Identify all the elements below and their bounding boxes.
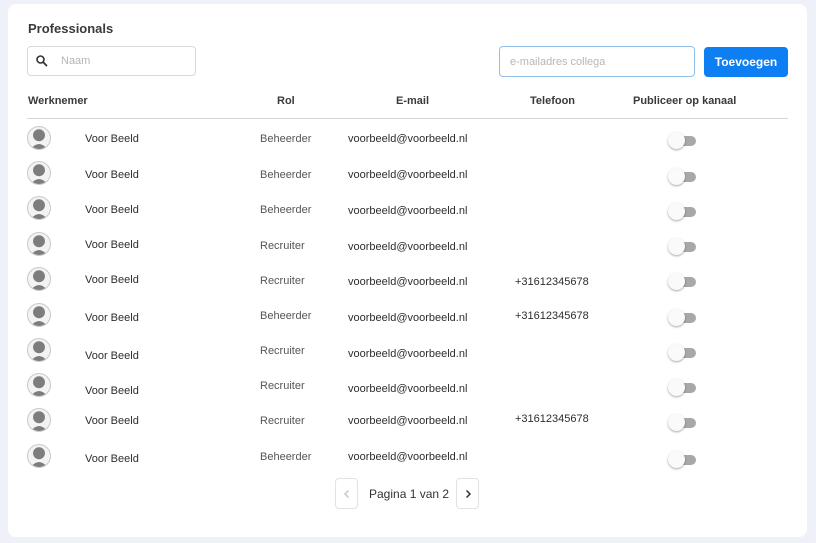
search-input[interactable] (59, 54, 183, 68)
avatar (27, 267, 51, 291)
avatar (27, 444, 51, 468)
avatar (27, 408, 51, 432)
employee-role: Recruiter (260, 345, 305, 357)
next-page-button[interactable] (456, 478, 479, 509)
avatar (27, 303, 51, 327)
search-box[interactable] (27, 46, 196, 76)
table-row: Voor Beeld Beheerder voorbeeld@voorbeeld.n… (8, 125, 807, 160)
employee-email: voorbeeld@voorbeeld.nl (348, 348, 468, 360)
pagination: Pagina 1 van 2 (8, 478, 807, 511)
employee-name: Voor Beeld (85, 204, 139, 216)
table-row: Voor Beeld Recruiter voorbeeld@voorbeeld.n… (8, 231, 807, 266)
avatar (27, 126, 51, 150)
employee-email: voorbeeld@voorbeeld.nl (348, 205, 468, 217)
table-row: Voor Beeld Beheerder voorbeeld@voorbeeld.n… (8, 195, 807, 230)
publish-toggle[interactable] (668, 379, 696, 397)
publish-toggle[interactable] (668, 414, 696, 432)
publish-toggle[interactable] (668, 451, 696, 469)
colleague-email-input[interactable] (499, 46, 695, 77)
employee-phone: +31612345678 (515, 276, 589, 288)
add-button[interactable]: Toevoegen (704, 47, 788, 77)
employee-name: Voor Beeld (85, 239, 139, 251)
chevron-right-icon (465, 489, 471, 498)
toggle-knob (668, 203, 685, 220)
table-row: Voor Beeld Beheerder voorbeeld@voorbeeld.n… (8, 302, 807, 337)
toggle-knob (668, 132, 685, 149)
column-header-rol: Rol (277, 95, 295, 107)
table-header: Werknemer Rol E-mail Telefoon Publiceer … (8, 95, 807, 117)
toggle-knob (668, 309, 685, 326)
employee-email: voorbeeld@voorbeeld.nl (348, 241, 468, 253)
toggle-knob (668, 344, 685, 361)
header-divider (27, 118, 788, 119)
toggle-knob (668, 414, 685, 431)
avatar (27, 232, 51, 256)
employee-name: Voor Beeld (85, 453, 139, 465)
table-row: Voor Beeld Recruiter voorbeeld@voorbeeld.n… (8, 337, 807, 372)
employee-name: Voor Beeld (85, 133, 139, 145)
employee-email: voorbeeld@voorbeeld.nl (348, 169, 468, 181)
chevron-left-icon (343, 489, 349, 498)
employee-name: Voor Beeld (85, 169, 139, 181)
avatar (27, 161, 51, 185)
employee-role: Beheerder (260, 169, 312, 181)
publish-toggle[interactable] (668, 238, 696, 256)
table-row: Voor Beeld Recruiter voorbeeld@voorbeeld.n… (8, 266, 807, 301)
employee-email: voorbeeld@voorbeeld.nl (348, 312, 468, 324)
search-icon (36, 55, 48, 67)
employee-phone: +31612345678 (515, 310, 589, 322)
publish-toggle[interactable] (668, 168, 696, 186)
publish-toggle[interactable] (668, 132, 696, 150)
employee-role: Beheerder (260, 133, 312, 145)
employee-name: Voor Beeld (85, 312, 139, 324)
page-indicator: Pagina 1 van 2 (369, 487, 450, 501)
publish-toggle[interactable] (668, 309, 696, 327)
employee-role: Recruiter (260, 240, 305, 252)
table-row: Voor Beeld Recruiter voorbeeld@voorbeeld.n… (8, 407, 807, 442)
employee-role: Recruiter (260, 415, 305, 427)
employee-name: Voor Beeld (85, 274, 139, 286)
employee-name: Voor Beeld (85, 385, 139, 397)
employee-role: Beheerder (260, 204, 312, 216)
publish-toggle[interactable] (668, 273, 696, 291)
toggle-knob (668, 451, 685, 468)
employee-role: Recruiter (260, 380, 305, 392)
toggle-knob (668, 379, 685, 396)
column-header-email: E-mail (396, 95, 430, 107)
employee-email: voorbeeld@voorbeeld.nl (348, 276, 468, 288)
employee-email: voorbeeld@voorbeeld.nl (348, 383, 468, 395)
employee-email: voorbeeld@voorbeeld.nl (348, 415, 468, 427)
column-header-werknemer: Werknemer (28, 95, 88, 107)
previous-page-button[interactable] (335, 478, 358, 509)
employee-role: Beheerder (260, 451, 312, 463)
column-header-telefoon: Telefoon (530, 95, 576, 107)
table-row: Voor Beeld Recruiter voorbeeld@voorbeeld.n… (8, 372, 807, 407)
table-row: Voor Beeld Beheerder voorbeeld@voorbeeld.n… (8, 443, 807, 478)
employee-email: voorbeeld@voorbeeld.nl (348, 451, 468, 463)
toggle-knob (668, 168, 685, 185)
employee-email: voorbeeld@voorbeeld.nl (348, 133, 468, 145)
toggle-knob (668, 273, 685, 290)
avatar (27, 196, 51, 220)
publish-toggle[interactable] (668, 344, 696, 362)
publish-toggle[interactable] (668, 203, 696, 221)
employee-phone: +31612345678 (515, 413, 589, 425)
avatar (27, 373, 51, 397)
page-title: Professionals (28, 21, 114, 36)
column-header-publiceer: Publiceer op kanaal (633, 95, 737, 107)
professionals-card: Professionals Toevoegen Werknemer Rol E-… (8, 4, 807, 537)
avatar (27, 338, 51, 362)
employee-name: Voor Beeld (85, 350, 139, 362)
employee-role: Recruiter (260, 275, 305, 287)
table-row: Voor Beeld Beheerder voorbeeld@voorbeeld.n… (8, 160, 807, 195)
employee-name: Voor Beeld (85, 415, 139, 427)
toggle-knob (668, 238, 685, 255)
employee-role: Beheerder (260, 310, 312, 322)
